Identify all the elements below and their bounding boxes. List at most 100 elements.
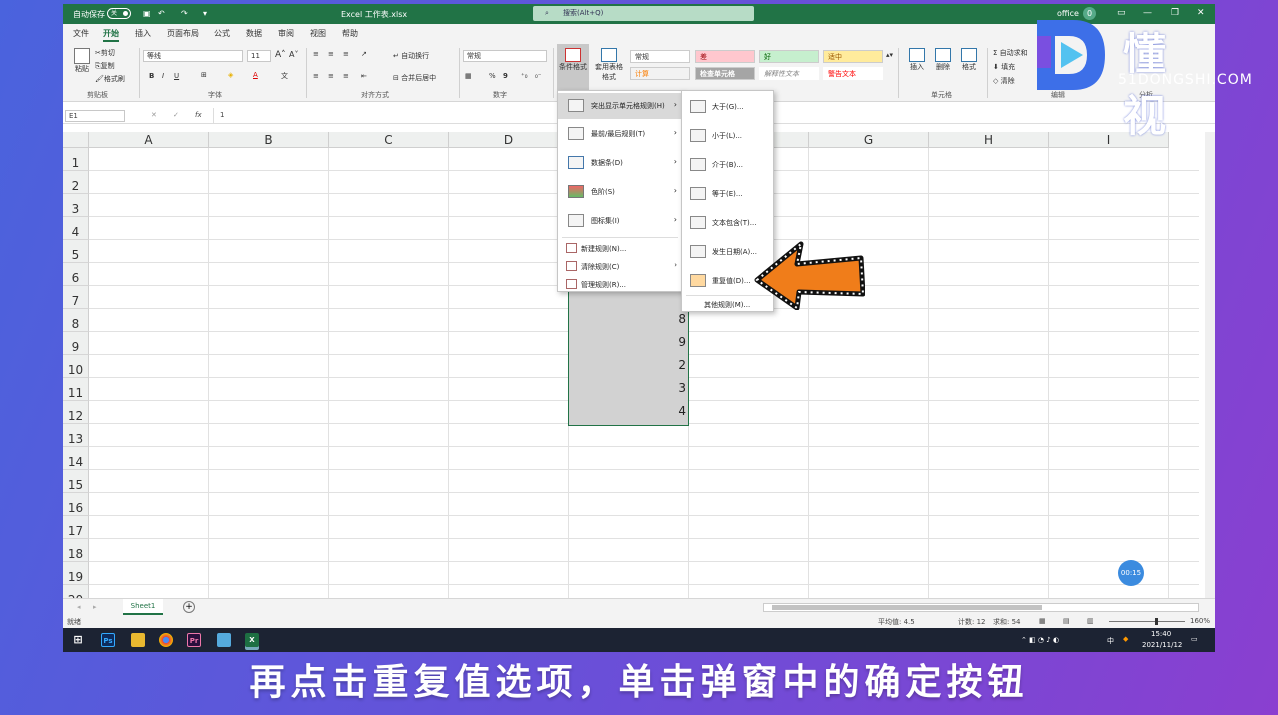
row-header-10[interactable]: 10: [63, 355, 89, 378]
bold-button[interactable]: B: [149, 72, 154, 80]
style-normal[interactable]: 常规: [630, 50, 690, 63]
paste-button[interactable]: 粘贴: [71, 48, 93, 82]
delete-cells-button[interactable]: 删除: [931, 48, 955, 72]
clock-time[interactable]: 15:40: [1151, 630, 1171, 638]
menu-item-manage-rules[interactable]: 管理规则(R)...: [558, 276, 682, 294]
tab-insert[interactable]: 插入: [135, 28, 151, 39]
column-header-h[interactable]: H: [929, 132, 1049, 148]
tab-review[interactable]: 审阅: [278, 28, 294, 39]
style-bad[interactable]: 差: [695, 50, 755, 63]
redo-icon[interactable]: ↷: [181, 9, 188, 18]
row-header-4[interactable]: 4: [63, 217, 89, 240]
clear-button[interactable]: ◇ 清除: [993, 76, 1015, 86]
style-explanatory[interactable]: 解释性文本: [759, 67, 819, 80]
photoshop-icon[interactable]: Ps: [101, 633, 115, 647]
menu-item-clear-rules[interactable]: 清除规则(C) ›: [558, 258, 682, 276]
conditional-format-button[interactable]: 条件格式: [557, 44, 589, 90]
cancel-icon[interactable]: ✕: [151, 111, 157, 119]
chrome-icon[interactable]: [159, 633, 173, 647]
italic-button[interactable]: I: [162, 72, 164, 80]
style-check-cell[interactable]: 检查单元格: [695, 67, 755, 80]
format-as-table-button[interactable]: 套用表格格式: [593, 48, 625, 82]
row-header-7[interactable]: 7: [63, 286, 89, 309]
align-bottom-icon[interactable]: ≡: [343, 50, 349, 58]
row-header-11[interactable]: 11: [63, 378, 89, 401]
fill-color-icon[interactable]: ◈: [228, 71, 233, 79]
fill-button[interactable]: ⬇ 填充: [993, 62, 1015, 72]
minimize-icon[interactable]: —: [1143, 8, 1152, 18]
styles-scroll-icon[interactable]: ▴▾: [886, 51, 893, 59]
tab-home[interactable]: 开始: [103, 28, 119, 42]
row-header-13[interactable]: 13: [63, 424, 89, 447]
row-header-1[interactable]: 1: [63, 148, 89, 171]
enter-icon[interactable]: ✓: [173, 111, 179, 119]
menu-item-data-bars[interactable]: 数据条(D) ›: [558, 150, 682, 176]
row-header-8[interactable]: 8: [63, 309, 89, 332]
column-header-a[interactable]: A: [89, 132, 209, 148]
merge-center-button[interactable]: ⊟ 合并后居中: [393, 73, 436, 83]
style-calculation[interactable]: 计算: [630, 67, 690, 80]
clock-date[interactable]: 2021/11/12: [1142, 641, 1182, 649]
cell-E9[interactable]: 9: [568, 335, 686, 349]
submenu-equal-to[interactable]: 等于(E)...: [682, 181, 773, 207]
select-all-corner[interactable]: [63, 132, 89, 148]
wrap-text-button[interactable]: ↵ 自动换行: [393, 51, 429, 61]
undo-icon[interactable]: ↶: [158, 9, 165, 18]
cell-E8[interactable]: 8: [568, 312, 686, 326]
font-color-icon[interactable]: A: [253, 71, 258, 79]
cell-E10[interactable]: 2: [568, 358, 686, 372]
font-size-select[interactable]: 11: [247, 50, 271, 62]
column-header-g[interactable]: G: [809, 132, 929, 148]
prev-sheet-icon[interactable]: ◂: [77, 603, 81, 611]
notification-icon[interactable]: ▭: [1191, 635, 1198, 643]
style-good[interactable]: 好: [759, 50, 819, 63]
sheet-tab-sheet1[interactable]: Sheet1: [123, 599, 163, 615]
style-warning[interactable]: 警告文本: [823, 67, 883, 80]
font-name-select[interactable]: 等线: [143, 50, 243, 62]
horizontal-scrollbar[interactable]: [763, 603, 1199, 612]
insert-function-icon[interactable]: fx: [195, 111, 202, 119]
next-sheet-icon[interactable]: ▸: [93, 603, 97, 611]
menu-item-color-scales[interactable]: 色阶(S) ›: [558, 179, 682, 205]
menu-item-icon-sets[interactable]: 图标集(I) ›: [558, 208, 682, 234]
name-box[interactable]: E1: [65, 110, 125, 122]
row-header-17[interactable]: 17: [63, 516, 89, 539]
format-painter-button[interactable]: 🖌格式刷: [95, 74, 125, 84]
tab-data[interactable]: 数据: [246, 28, 262, 39]
quick-access-icon[interactable]: ▾: [203, 9, 207, 18]
align-left-icon[interactable]: ≡: [313, 72, 319, 80]
cell-E12[interactable]: 4: [568, 404, 686, 418]
phonetic-icon[interactable]: 文: [281, 71, 288, 81]
percent-button[interactable]: %: [489, 72, 496, 80]
close-icon[interactable]: ✕: [1197, 8, 1205, 18]
shrink-font-icon[interactable]: A˅: [289, 50, 298, 59]
tab-help[interactable]: 帮助: [342, 28, 358, 39]
row-header-19[interactable]: 19: [63, 562, 89, 585]
style-neutral[interactable]: 适中: [823, 50, 883, 63]
grow-font-icon[interactable]: A˄: [275, 50, 286, 60]
tab-formulas[interactable]: 公式: [214, 28, 230, 39]
excel-taskbar-icon[interactable]: X: [245, 633, 259, 647]
user-name[interactable]: office: [1057, 9, 1079, 18]
row-header-3[interactable]: 3: [63, 194, 89, 217]
page-break-icon[interactable]: ▥: [1087, 617, 1094, 625]
row-header-2[interactable]: 2: [63, 171, 89, 194]
row-header-12[interactable]: 12: [63, 401, 89, 424]
zoom-level[interactable]: 160%: [1190, 617, 1210, 625]
tab-view[interactable]: 视图: [310, 28, 326, 39]
decrease-decimal-icon[interactable]: ₀⁻: [535, 72, 542, 80]
windows-start-icon[interactable]: ⊞: [71, 633, 85, 647]
menu-item-highlight-rules[interactable]: 突出显示单元格规则(H) ›: [558, 93, 682, 119]
align-right-icon[interactable]: ≡: [343, 72, 349, 80]
column-header-b[interactable]: B: [209, 132, 329, 148]
search-input[interactable]: ⌕ 搜索(Alt+Q): [533, 6, 754, 21]
insert-cells-button[interactable]: 插入: [905, 48, 929, 72]
tray-icons[interactable]: ⌃ ◧ ◔ ♪ ◐: [1021, 636, 1059, 644]
save-icon[interactable]: ▣: [143, 9, 151, 18]
row-header-15[interactable]: 15: [63, 470, 89, 493]
currency-icon[interactable]: ▦: [465, 72, 472, 80]
row-header-5[interactable]: 5: [63, 240, 89, 263]
copy-button[interactable]: ⎘复制: [95, 61, 115, 71]
row-header-16[interactable]: 16: [63, 493, 89, 516]
cut-button[interactable]: ✂剪切: [95, 48, 115, 58]
